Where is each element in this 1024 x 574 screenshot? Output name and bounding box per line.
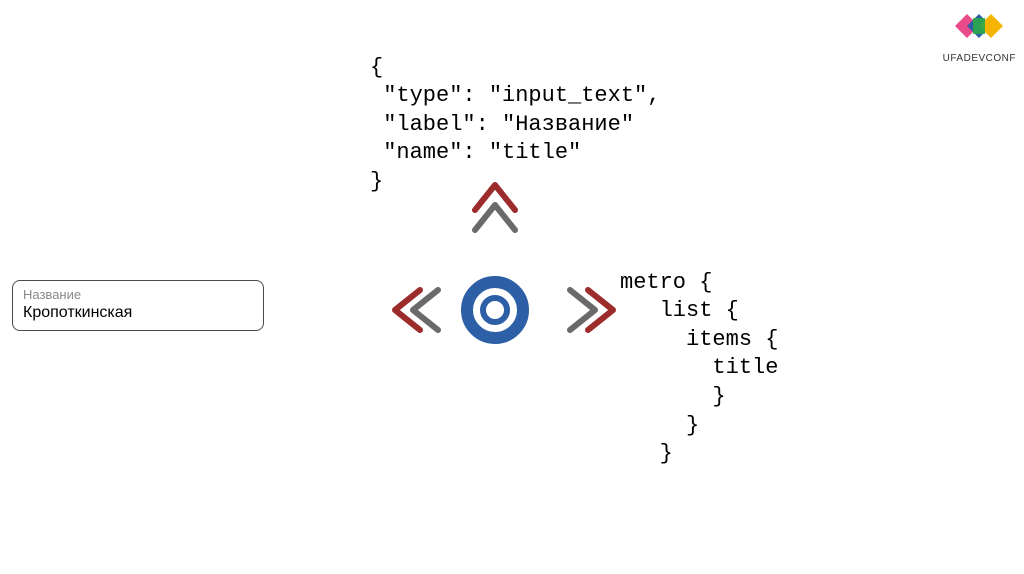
code-line: "type": "input_text", bbox=[370, 83, 660, 108]
arrow-left-icon bbox=[395, 290, 438, 330]
code-line: } bbox=[370, 169, 383, 194]
code-line: metro { bbox=[620, 270, 712, 295]
logo-caption: UFADEVCONF bbox=[943, 53, 1016, 64]
code-line: "name": "title" bbox=[370, 140, 581, 165]
arrow-right-icon bbox=[570, 290, 613, 330]
conference-logo: UFADEVCONF bbox=[943, 6, 1016, 64]
field-label: Название bbox=[23, 287, 253, 302]
code-line: "label": "Название" bbox=[370, 112, 634, 137]
code-line: title bbox=[620, 355, 778, 380]
code-line: list { bbox=[620, 298, 739, 323]
code-line: } bbox=[620, 413, 699, 438]
graphql-code-block: metro { list { items { title } } } bbox=[620, 240, 778, 469]
json-code-block: { "type": "input_text", "label": "Назван… bbox=[370, 25, 660, 197]
code-line: { bbox=[370, 55, 383, 80]
code-line: } bbox=[620, 441, 673, 466]
text-input-field[interactable]: Название Кропоткинская bbox=[12, 280, 264, 331]
ring-icon bbox=[460, 275, 530, 345]
logo-mark-icon bbox=[953, 6, 1005, 46]
code-line: } bbox=[620, 384, 726, 409]
code-line: items { bbox=[620, 327, 778, 352]
field-value: Кропоткинская bbox=[23, 304, 253, 322]
